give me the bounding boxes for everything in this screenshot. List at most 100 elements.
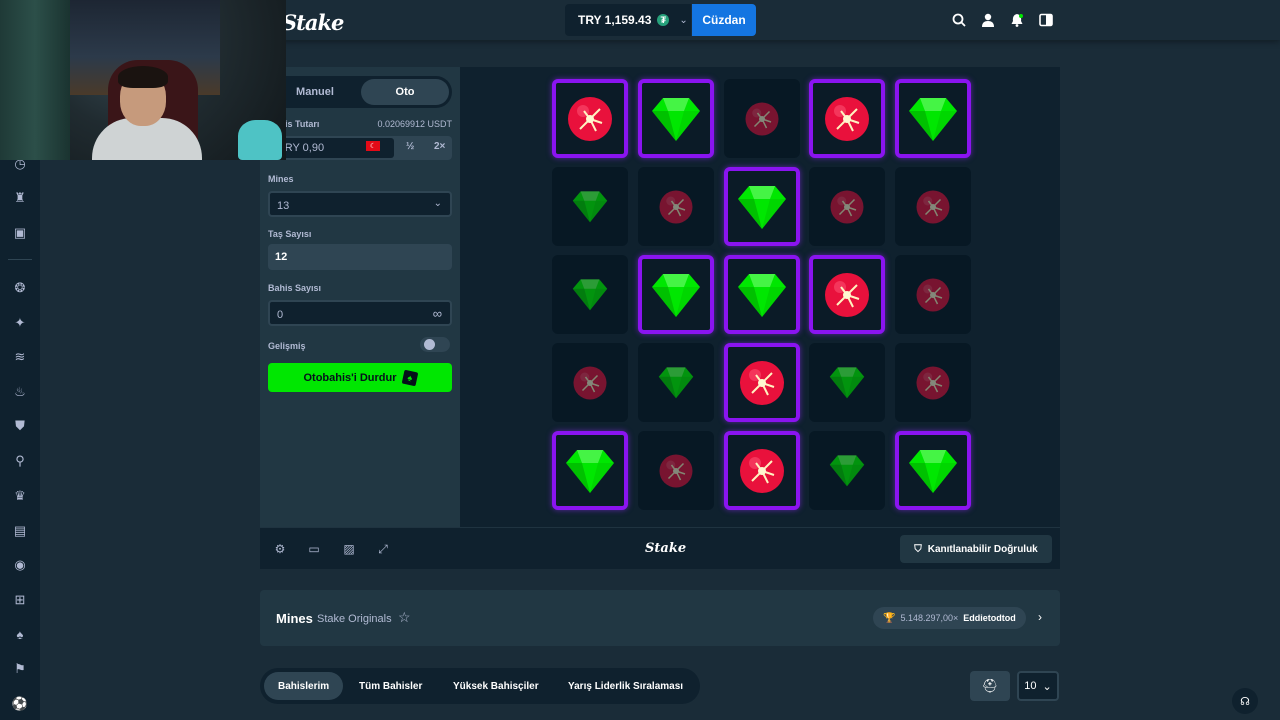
stop-autobet-label: Otobahis'i Durdur [303, 371, 397, 384]
crown-icon[interactable]: ♛ [10, 486, 30, 506]
game-footer-bar: ⚙ ▭ ▨ ⤢ Stake ⛉ Kanıtlanabilir Doğruluk [260, 527, 1060, 569]
poker-icon[interactable]: ♠ [10, 624, 30, 644]
balance-dropdown[interactable]: TRY 1,159.43 ₮ ⌄ [565, 4, 691, 36]
mine-tile[interactable] [724, 79, 800, 158]
user-icon[interactable] [980, 11, 996, 29]
wallet-button[interactable]: Cüzdan [692, 4, 756, 36]
gem-tile[interactable] [552, 431, 628, 510]
mine-tile[interactable] [895, 167, 971, 246]
gem-tile[interactable] [638, 79, 714, 158]
bomb-icon [573, 366, 607, 399]
record-badge[interactable]: 🏆 5.148.297,00× Eddietodtod [873, 607, 1026, 629]
mines-label: Mines [268, 174, 294, 184]
stake-logo[interactable]: Stake [282, 10, 344, 35]
soccer-icon[interactable]: ⚽ [10, 694, 30, 714]
advanced-toggle[interactable] [420, 337, 450, 352]
game-title: Mines [276, 611, 313, 626]
mine-tile[interactable] [895, 343, 971, 422]
bag-icon[interactable]: ▤ [10, 521, 30, 541]
bet-count-input[interactable]: 0 ∞ [268, 300, 452, 326]
gem-tile[interactable] [895, 431, 971, 510]
page-size-value: 10 [1024, 680, 1037, 692]
racket-icon[interactable]: ⚲ [10, 451, 30, 471]
bomb-icon [916, 190, 950, 223]
tab-race-leaderboard[interactable]: Yarış Liderlik Sıralaması [554, 672, 697, 700]
gem-icon [909, 97, 957, 141]
gem-tile[interactable] [552, 255, 628, 334]
vip-icon[interactable]: ≋ [10, 347, 30, 367]
gem-tile[interactable] [724, 167, 800, 246]
tab-high-rollers[interactable]: Yüksek Bahisçiler [439, 672, 553, 700]
mine-tile[interactable] [895, 255, 971, 334]
stats-icon[interactable]: ▨ [342, 542, 356, 556]
trend-icon[interactable]: ⤢ [376, 542, 390, 556]
double-button[interactable]: 2× [434, 141, 445, 152]
stop-autobet-button[interactable]: Otobahis'i Durdur ♠ [268, 363, 452, 392]
half-button[interactable]: ½ [406, 141, 414, 152]
hide-bets-button[interactable]: ⛑ [970, 671, 1010, 701]
fullscreen-icon[interactable]: ▭ [307, 542, 321, 556]
shirt-icon[interactable]: ⛊ [10, 416, 30, 436]
mine-tile[interactable] [638, 167, 714, 246]
mine-tile[interactable] [552, 79, 628, 158]
mine-tile[interactable] [724, 343, 800, 422]
gem-icon [738, 273, 786, 317]
mine-tile[interactable] [809, 167, 885, 246]
fire-icon[interactable]: ♨ [10, 382, 30, 402]
mines-board [460, 67, 1060, 527]
notification-icon[interactable] [1009, 11, 1025, 29]
provably-fair-button[interactable]: ⛉ Kanıtlanabilir Doğruluk [900, 535, 1052, 563]
sidebar-toggle-icon[interactable] [1038, 11, 1054, 29]
bomb-icon [830, 190, 864, 223]
tab-all-bets[interactable]: Tüm Bahisler [345, 672, 436, 700]
chevron-right-icon[interactable]: › [1038, 610, 1042, 624]
bet-control-panel: Manuel Oto Bahis Tutarı 0.02069912 USDT … [260, 67, 460, 527]
gem-icon [658, 367, 694, 399]
game-provider[interactable]: Stake Originals [317, 613, 392, 625]
settings-icon[interactable]: ⚙ [273, 542, 287, 556]
mine-tile[interactable] [638, 431, 714, 510]
ticket-icon[interactable]: ▣ [10, 223, 30, 243]
gem-tile[interactable] [638, 343, 714, 422]
mine-tile[interactable] [809, 79, 885, 158]
chevron-down-icon: ⌄ [679, 14, 688, 26]
bomb-icon [825, 272, 869, 317]
mine-tile[interactable] [809, 255, 885, 334]
infinity-icon[interactable]: ∞ [433, 306, 442, 321]
gem-tile[interactable] [895, 79, 971, 158]
trophy-icon: 🏆 [883, 612, 896, 624]
bet-count-value: 0 [277, 309, 284, 321]
bomb-icon [745, 102, 779, 135]
search-icon[interactable] [951, 11, 967, 29]
mine-tile[interactable] [724, 431, 800, 510]
stake-footer-logo: Stake [645, 541, 687, 556]
gem-tile[interactable] [809, 431, 885, 510]
gem-icon [829, 367, 865, 399]
live-icon[interactable]: ◉ [10, 555, 30, 575]
gem-icon [829, 455, 865, 487]
favorite-star-icon[interactable]: ☆ [398, 609, 411, 626]
sports-icon[interactable]: ⚑ [10, 659, 30, 679]
gem-tile[interactable] [638, 255, 714, 334]
record-user: Eddietodtod [963, 613, 1016, 623]
advanced-label: Gelişmiş [268, 341, 306, 351]
casino-icon[interactable]: ❂ [10, 278, 30, 298]
mines-select[interactable]: 13 ⌄ [268, 191, 452, 217]
mine-tile[interactable] [552, 343, 628, 422]
tab-auto[interactable]: Oto [361, 79, 449, 105]
bomb-icon [568, 96, 612, 141]
gem-tile[interactable] [552, 167, 628, 246]
gems-label: Taş Sayısı [268, 229, 312, 239]
tab-my-bets[interactable]: Bahislerim [264, 672, 344, 700]
sparkle-icon[interactable]: ✦ [10, 313, 30, 333]
gem-tile[interactable] [809, 343, 885, 422]
gift-icon[interactable]: ⊞ [10, 590, 30, 610]
chevron-down-icon: ⌄ [1042, 680, 1052, 693]
gem-tile[interactable] [724, 255, 800, 334]
page-size-select[interactable]: 10 ⌄ [1017, 671, 1059, 701]
turkey-flag-icon: ☾ [366, 141, 380, 151]
support-chat-icon[interactable]: ☊ [1232, 688, 1258, 714]
provably-fair-label: Kanıtlanabilir Doğruluk [927, 543, 1038, 555]
bets-tabs: Bahislerim Tüm Bahisler Yüksek Bahisçile… [260, 668, 700, 704]
trophy-icon[interactable]: ♜ [10, 188, 30, 208]
